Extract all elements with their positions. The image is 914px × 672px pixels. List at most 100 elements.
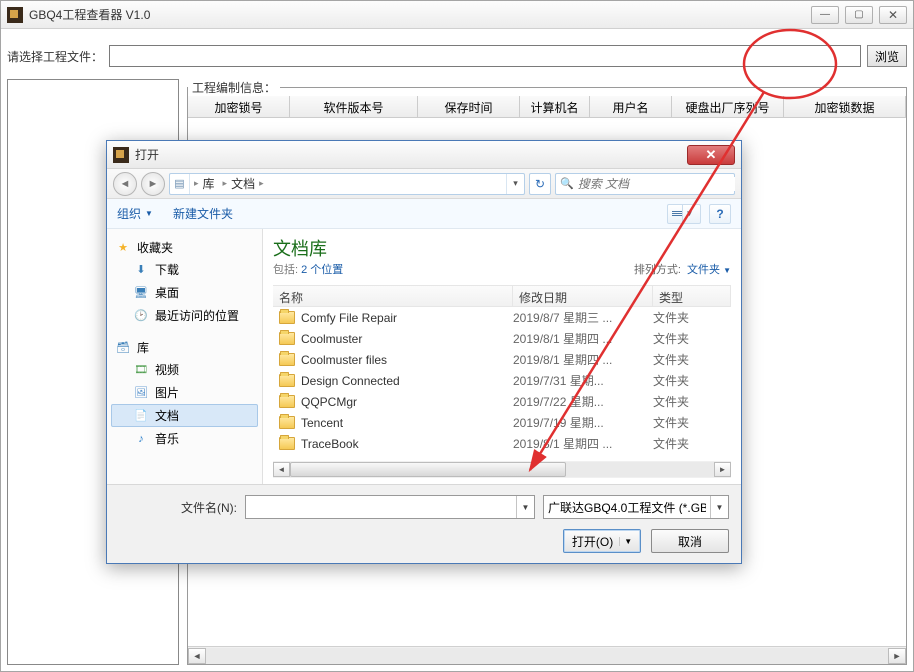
- maximize-button[interactable]: ▢: [845, 6, 873, 24]
- close-button[interactable]: ✕: [879, 6, 907, 24]
- nav-tree[interactable]: ★收藏夹 ⬇下载 🖥桌面 🕑最近访问的位置 🗃库 🎞视频 🖼图片 📄文档 ♪音乐: [107, 229, 263, 484]
- search-input[interactable]: [578, 177, 735, 191]
- organize-button[interactable]: 组织▼: [117, 205, 153, 222]
- minimize-button[interactable]: —: [811, 6, 839, 24]
- app-title: GBQ4工程查看器 V1.0: [29, 6, 811, 23]
- filename-combo[interactable]: ▼: [245, 495, 535, 519]
- info-grid-header: 加密锁号 软件版本号 保存时间 计算机名 用户名 硬盘出厂序列号 加密锁数据: [188, 96, 906, 118]
- sort-dropdown[interactable]: 文件夹 ▼: [687, 264, 731, 276]
- dialog-title: 打开: [135, 146, 687, 163]
- folder-icon: [279, 353, 295, 366]
- file-name: TraceBook: [301, 437, 359, 451]
- col-computer[interactable]: 计算机名: [520, 96, 590, 117]
- open-dialog: 打开 ✕ ◄ ► ▤ ▸库 ▸文档 ▸ ▾ ↻ 🔍 组织▼ 新建文件夹 ▼ ?: [106, 140, 742, 564]
- file-hscrollbar[interactable]: ◄ ►: [273, 461, 731, 478]
- col-save-time[interactable]: 保存时间: [418, 96, 520, 117]
- dialog-close-button[interactable]: ✕: [687, 145, 735, 165]
- filename-input[interactable]: [246, 500, 516, 514]
- nav-videos[interactable]: 🎞视频: [111, 358, 258, 381]
- nav-pictures[interactable]: 🖼图片: [111, 381, 258, 404]
- file-row[interactable]: Tencent2019/7/19 星期...文件夹: [273, 412, 731, 433]
- col-lock-sn[interactable]: 加密锁号: [188, 96, 290, 117]
- breadcrumb-current[interactable]: ▸文档 ▸: [219, 175, 268, 192]
- file-row[interactable]: Coolmuster files2019/8/1 星期四 ...文件夹: [273, 349, 731, 370]
- col-user[interactable]: 用户名: [590, 96, 672, 117]
- file-date: 2019/8/7 星期三 ...: [513, 309, 653, 326]
- search-box[interactable]: 🔍: [555, 173, 735, 195]
- new-folder-button[interactable]: 新建文件夹: [173, 205, 233, 222]
- picture-icon: 🖼: [133, 386, 149, 400]
- file-row[interactable]: Design Connected2019/7/31 星期...文件夹: [273, 370, 731, 391]
- file-pick-row: 请选择工程文件： 浏览: [7, 43, 907, 69]
- file-list[interactable]: Comfy File Repair2019/8/7 星期三 ...文件夹Cool…: [273, 307, 731, 461]
- refresh-button[interactable]: ↻: [529, 173, 551, 195]
- file-type: 文件夹: [653, 372, 731, 389]
- file-path-input[interactable]: [109, 45, 861, 67]
- filename-label: 文件名(N):: [119, 499, 237, 516]
- filetype-dropdown-icon[interactable]: ▼: [710, 496, 728, 518]
- help-button[interactable]: ?: [709, 204, 731, 224]
- view-mode-button[interactable]: ▼: [667, 204, 701, 224]
- file-row[interactable]: Coolmuster2019/8/1 星期四 ...文件夹: [273, 328, 731, 349]
- col-date[interactable]: 修改日期: [513, 286, 653, 306]
- scroll-left-icon[interactable]: ◄: [188, 648, 206, 664]
- hscroll-left-icon[interactable]: ◄: [273, 462, 290, 477]
- nav-favorites[interactable]: ★收藏夹: [111, 237, 258, 258]
- recent-icon: 🕑: [133, 309, 149, 323]
- nav-documents[interactable]: 📄文档: [111, 404, 258, 427]
- hscroll-track[interactable]: [290, 462, 714, 477]
- folder-icon: [279, 437, 295, 450]
- filetype-value[interactable]: [544, 500, 710, 514]
- star-icon: ★: [115, 241, 131, 255]
- col-name[interactable]: 名称: [273, 286, 513, 306]
- file-date: 2019/8/1 星期四 ...: [513, 435, 653, 452]
- nav-forward-button[interactable]: ►: [141, 172, 165, 196]
- nav-libraries[interactable]: 🗃库: [111, 337, 258, 358]
- list-view-icon: [672, 211, 682, 216]
- dialog-icon: [113, 147, 129, 163]
- col-lock-data[interactable]: 加密锁数据: [784, 96, 906, 117]
- folder-icon: [279, 395, 295, 408]
- folder-icon: [279, 416, 295, 429]
- file-row[interactable]: QQPCMgr2019/7/22 星期...文件夹: [273, 391, 731, 412]
- hscroll-thumb[interactable]: [290, 462, 566, 477]
- breadcrumb-icon[interactable]: ▤: [170, 174, 190, 194]
- filetype-combo[interactable]: ▼: [543, 495, 729, 519]
- nav-recent[interactable]: 🕑最近访问的位置: [111, 304, 258, 327]
- folder-icon: [279, 332, 295, 345]
- col-sw-version[interactable]: 软件版本号: [290, 96, 418, 117]
- col-type[interactable]: 类型: [653, 286, 731, 306]
- locations-link[interactable]: 2 个位置: [301, 264, 343, 276]
- dialog-titlebar[interactable]: 打开 ✕: [107, 141, 741, 169]
- sort-row: 排列方式: 文件夹 ▼: [634, 261, 731, 277]
- file-type: 文件夹: [653, 351, 731, 368]
- open-button[interactable]: 打开(O)▼: [563, 529, 641, 553]
- app-titlebar[interactable]: GBQ4工程查看器 V1.0 — ▢ ✕: [1, 1, 913, 29]
- view-dropdown-icon[interactable]: ▼: [682, 205, 696, 223]
- col-hdd-sn[interactable]: 硬盘出厂序列号: [672, 96, 784, 117]
- nav-desktop[interactable]: 🖥桌面: [111, 281, 258, 304]
- filename-dropdown-icon[interactable]: ▼: [516, 496, 534, 518]
- info-scrollbar[interactable]: ◄ ►: [188, 646, 906, 664]
- file-row[interactable]: Comfy File Repair2019/8/7 星期三 ...文件夹: [273, 307, 731, 328]
- file-columns-header: 名称 修改日期 类型: [273, 285, 731, 307]
- nav-music[interactable]: ♪音乐: [111, 427, 258, 450]
- breadcrumb-root[interactable]: ▸库: [190, 175, 219, 192]
- breadcrumb[interactable]: ▤ ▸库 ▸文档 ▸ ▾: [169, 173, 525, 195]
- hscroll-right-icon[interactable]: ►: [714, 462, 731, 477]
- file-type: 文件夹: [653, 435, 731, 452]
- dialog-toolbar: 组织▼ 新建文件夹 ▼ ?: [107, 199, 741, 229]
- file-name: Coolmuster: [301, 332, 362, 346]
- scroll-right-icon[interactable]: ►: [888, 648, 906, 664]
- file-date: 2019/7/22 星期...: [513, 393, 653, 410]
- browse-button[interactable]: 浏览: [867, 45, 907, 67]
- file-name: Design Connected: [301, 374, 400, 388]
- document-icon: 📄: [133, 409, 149, 423]
- file-date: 2019/8/1 星期四 ...: [513, 351, 653, 368]
- nav-downloads[interactable]: ⬇下载: [111, 258, 258, 281]
- cancel-button[interactable]: 取消: [651, 529, 729, 553]
- nav-back-button[interactable]: ◄: [113, 172, 137, 196]
- file-row[interactable]: TraceBook 2019/8/1 星期四 ...文件夹: [273, 433, 731, 454]
- scroll-track[interactable]: [206, 648, 888, 664]
- breadcrumb-dropdown-icon[interactable]: ▾: [506, 174, 524, 194]
